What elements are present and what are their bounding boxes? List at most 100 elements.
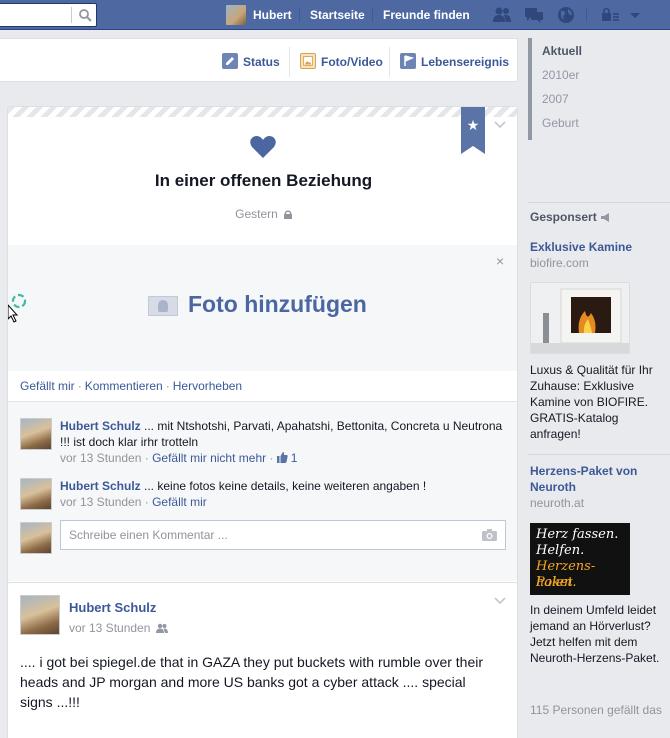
flag-icon bbox=[400, 53, 416, 69]
photo-video-button-label: Foto/Video bbox=[321, 55, 383, 69]
top-bar: Hubert Startseite Freunde finden bbox=[0, 0, 670, 30]
highlight-bookmark[interactable]: ★ bbox=[461, 107, 485, 154]
search-divider bbox=[71, 7, 72, 23]
unlike-link[interactable]: Gefällt mir nicht mehr bbox=[152, 451, 266, 465]
status-post-card: Hubert Schulz vor 13 Stunden .... i got … bbox=[7, 582, 518, 738]
star-icon: ★ bbox=[466, 117, 480, 133]
life-event-card: ★ In einer offenen Beziehung Gestern × F… bbox=[7, 106, 518, 599]
ad-image-line: holen. bbox=[536, 575, 577, 590]
comment-time[interactable]: vor 13 Stunden bbox=[60, 451, 141, 465]
ad-title-link[interactable]: Herzens-Paket von Neuroth bbox=[530, 463, 670, 495]
comments-section: Hubert Schulz ... mit Ntshotshi, Parvati… bbox=[8, 401, 517, 581]
search-icon[interactable] bbox=[78, 8, 92, 22]
search-input[interactable] bbox=[0, 3, 97, 27]
status-button-label: Status bbox=[243, 55, 280, 69]
action-separator: · bbox=[165, 379, 170, 393]
comment-body: Hubert Schulz ... keine fotos keine deta… bbox=[60, 478, 510, 510]
photo-video-button[interactable]: Foto/Video bbox=[300, 53, 383, 71]
add-photo-area: × Foto hinzufügen bbox=[8, 245, 517, 371]
action-separator: · bbox=[77, 379, 82, 393]
comment-text: ... keine fotos keine details, keine wei… bbox=[144, 479, 427, 493]
avatar[interactable] bbox=[20, 522, 52, 554]
post-options-chevron-icon[interactable] bbox=[494, 121, 506, 129]
thumbs-up-icon bbox=[276, 452, 288, 463]
composer-bar: Status Foto/Video Lebensereignis bbox=[0, 38, 518, 82]
photo-icon bbox=[300, 53, 316, 69]
pencil-icon bbox=[222, 53, 238, 69]
photo-placeholder-icon bbox=[148, 296, 178, 316]
post-options-chevron-icon[interactable] bbox=[494, 597, 506, 605]
nav-find-friends-link[interactable]: Freunde finden bbox=[383, 0, 470, 30]
ad-domain[interactable]: biofire.com bbox=[530, 256, 589, 270]
megaphone-icon[interactable] bbox=[600, 213, 611, 222]
ad-title-link[interactable]: Exklusive Kamine bbox=[530, 239, 670, 255]
comment-input-placeholder: Schreibe einen Kommentar ... bbox=[69, 528, 228, 542]
sponsored-heading: Gesponsert bbox=[530, 210, 611, 224]
post-text: .... i got bei spiegel.de that in GAZA t… bbox=[20, 654, 484, 710]
ad-text: Luxus & Qualität für Ihr Zuhause: Exklus… bbox=[530, 363, 653, 441]
comment-author-link[interactable]: Hubert Schulz bbox=[60, 479, 141, 493]
divider bbox=[528, 202, 670, 203]
privacy-lock-icon[interactable] bbox=[600, 6, 620, 24]
main-column: Status Foto/Video Lebensereignis ★ In ei… bbox=[0, 30, 528, 738]
friends-audience-icon[interactable] bbox=[156, 623, 169, 633]
comment-link[interactable]: Kommentieren bbox=[85, 379, 163, 393]
avatar[interactable] bbox=[20, 418, 52, 450]
status-button[interactable]: Status bbox=[222, 53, 280, 71]
comment-meta: vor 13 Stunden · Gefällt mir nicht mehr … bbox=[60, 451, 298, 465]
avatar[interactable] bbox=[20, 595, 60, 635]
ad-social-likes[interactable]: 115 Personen gefällt das bbox=[530, 702, 670, 718]
comment-input[interactable]: Schreibe einen Kommentar ... bbox=[60, 520, 506, 550]
timeline-nav-item-2007[interactable]: 2007 bbox=[542, 92, 569, 106]
post-timestamp-link[interactable]: vor 13 Stunden bbox=[69, 621, 150, 635]
friend-requests-icon[interactable] bbox=[492, 6, 512, 24]
ad-image-fireplace[interactable] bbox=[530, 282, 630, 354]
nav-divider bbox=[299, 8, 300, 22]
ad-image-neuroth[interactable]: Herz fassen. Helfen. Herzens-Paket holen… bbox=[530, 523, 630, 595]
like-link[interactable]: Gefällt mir bbox=[152, 495, 207, 509]
card-stripe bbox=[8, 107, 517, 117]
ad-image-line: Herz fassen. bbox=[536, 527, 619, 542]
post-time: vor 13 Stunden bbox=[69, 621, 169, 635]
lock-icon[interactable] bbox=[283, 210, 292, 219]
notifications-globe-icon[interactable] bbox=[556, 6, 576, 24]
comment-time[interactable]: vor 13 Stunden bbox=[60, 495, 141, 509]
ad-domain[interactable]: neuroth.at bbox=[530, 496, 584, 510]
post-actions: Gefällt mir · Kommentieren · Hervorheben bbox=[20, 379, 242, 393]
timeline-nav-indicator bbox=[528, 38, 532, 140]
like-link[interactable]: Gefällt mir bbox=[20, 379, 75, 393]
close-icon[interactable]: × bbox=[496, 253, 504, 269]
comment-likes[interactable]: 1 bbox=[276, 451, 298, 465]
mouse-cursor-icon bbox=[8, 293, 27, 323]
composer-divider bbox=[289, 47, 290, 77]
camera-icon[interactable] bbox=[482, 529, 497, 541]
comment-meta: vor 13 Stunden · Gefällt mir bbox=[60, 495, 207, 509]
avatar[interactable] bbox=[226, 5, 246, 25]
right-column: Aktuell 2010er 2007 Geburt Gesponsert Ex… bbox=[528, 30, 670, 738]
life-event-title: In einer offenen Beziehung bbox=[154, 171, 373, 190]
nav-divider bbox=[372, 8, 373, 22]
heart-icon bbox=[250, 136, 276, 158]
timeline-nav-item-2010s[interactable]: 2010er bbox=[542, 68, 579, 82]
timeline-nav-item-birth[interactable]: Geburt bbox=[542, 116, 579, 130]
avatar[interactable] bbox=[20, 478, 52, 510]
nav-profile-link[interactable]: Hubert bbox=[253, 0, 292, 30]
post-author-link[interactable]: Hubert Schulz bbox=[69, 600, 156, 615]
fireplace-illustration-icon bbox=[531, 283, 629, 353]
comment-body: Hubert Schulz ... mit Ntshotshi, Parvati… bbox=[60, 418, 510, 466]
highlight-link[interactable]: Hervorheben bbox=[173, 379, 242, 393]
ad-text: In deinem Umfeld leidet jemand an Hörver… bbox=[530, 603, 660, 665]
timeline-nav-item-current[interactable]: Aktuell bbox=[542, 44, 582, 58]
life-event-button-label: Lebensereignis bbox=[421, 55, 510, 69]
messages-icon[interactable] bbox=[524, 6, 544, 24]
account-chevron-down-icon[interactable] bbox=[628, 6, 642, 24]
sponsored-heading-label: Gesponsert bbox=[530, 210, 597, 224]
life-event-date: Gestern bbox=[8, 207, 519, 221]
comment-likes-count: 1 bbox=[290, 451, 298, 465]
comment-author-link[interactable]: Hubert Schulz bbox=[60, 419, 141, 433]
composer-divider bbox=[389, 47, 390, 77]
life-event-date-label: Gestern bbox=[235, 207, 278, 221]
nav-home-link[interactable]: Startseite bbox=[310, 0, 365, 30]
life-event-button[interactable]: Lebensereignis bbox=[400, 53, 509, 71]
add-photo-label: Foto hinzufügen bbox=[188, 291, 367, 317]
